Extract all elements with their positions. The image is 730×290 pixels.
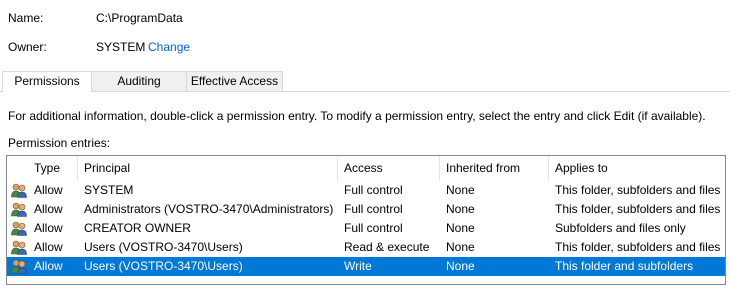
users-icon — [11, 221, 27, 236]
cell-type: Allow — [34, 221, 63, 235]
cell-applies-to: This folder, subfolders and files — [555, 183, 721, 197]
cell-inherited-from: None — [446, 221, 475, 235]
permission-entry-row[interactable]: Allow Administrators (VOSTRO-3470\Adminis… — [7, 200, 725, 219]
cell-type: Allow — [34, 202, 63, 216]
cell-principal: SYSTEM — [84, 183, 134, 197]
cell-access: Full control — [344, 221, 403, 235]
tab-divider — [0, 91, 730, 92]
users-icon — [11, 240, 27, 255]
cell-principal: Users (VOSTRO-3470\Users) — [84, 259, 243, 273]
users-icon — [11, 183, 27, 198]
column-header-access[interactable]: Access — [338, 156, 440, 181]
tab-effective-access[interactable]: Effective Access — [186, 71, 283, 91]
name-label: Name: — [8, 11, 44, 25]
permission-entry-row[interactable]: Allow Users (VOSTRO-3470\Users) Read & exe… — [7, 238, 725, 257]
cell-inherited-from: None — [446, 183, 475, 197]
cell-type: Allow — [34, 240, 63, 254]
cell-access: Read & execute — [344, 240, 430, 254]
users-icon — [11, 259, 27, 274]
cell-inherited-from: None — [446, 240, 475, 254]
permission-entries-label: Permission entries: — [8, 136, 111, 150]
list-header: Type Principal Access Inherited from App… — [7, 156, 725, 181]
column-header-principal[interactable]: Principal — [78, 156, 338, 181]
cell-principal: Users (VOSTRO-3470\Users) — [84, 240, 243, 254]
cell-applies-to: This folder, subfolders and files — [555, 240, 721, 254]
cell-access: Write — [344, 259, 372, 273]
column-header-inherited-from[interactable]: Inherited from — [440, 156, 549, 181]
permission-entry-row[interactable]: Allow Users (VOSTRO-3470\Users) Write None T… — [7, 257, 725, 276]
cell-inherited-from: None — [446, 259, 475, 273]
cell-type: Allow — [34, 259, 63, 273]
cell-applies-to: This folder and subfolders — [555, 259, 694, 273]
permission-entries-list[interactable]: Type Principal Access Inherited from App… — [6, 155, 726, 285]
permission-entry-row[interactable]: Allow SYSTEM Full control None This folder, … — [7, 181, 725, 200]
column-header-applies-to[interactable]: Applies to — [549, 156, 725, 181]
owner-label: Owner: — [8, 40, 47, 54]
name-value: C:\ProgramData — [96, 11, 183, 25]
users-icon — [11, 202, 27, 217]
cell-access: Full control — [344, 202, 403, 216]
cell-applies-to: This folder, subfolders and files — [555, 202, 721, 216]
column-header-type[interactable]: Type — [28, 156, 78, 181]
cell-principal: Administrators (VOSTRO-3470\Administrato… — [84, 202, 334, 216]
cell-applies-to: Subfolders and files only — [555, 221, 686, 235]
owner-value: SYSTEM — [96, 40, 146, 54]
cell-access: Full control — [344, 183, 403, 197]
tab-auditing[interactable]: Auditing — [91, 71, 187, 91]
tab-permissions[interactable]: Permissions — [2, 71, 92, 92]
permission-entry-row[interactable]: Allow CREATOR OWNER Full control None Subfol… — [7, 219, 725, 238]
change-owner-link[interactable]: Change — [148, 40, 190, 54]
cell-type: Allow — [34, 183, 63, 197]
cell-principal: CREATOR OWNER — [84, 221, 191, 235]
info-text: For additional information, double-click… — [8, 109, 706, 123]
cell-inherited-from: None — [446, 202, 475, 216]
